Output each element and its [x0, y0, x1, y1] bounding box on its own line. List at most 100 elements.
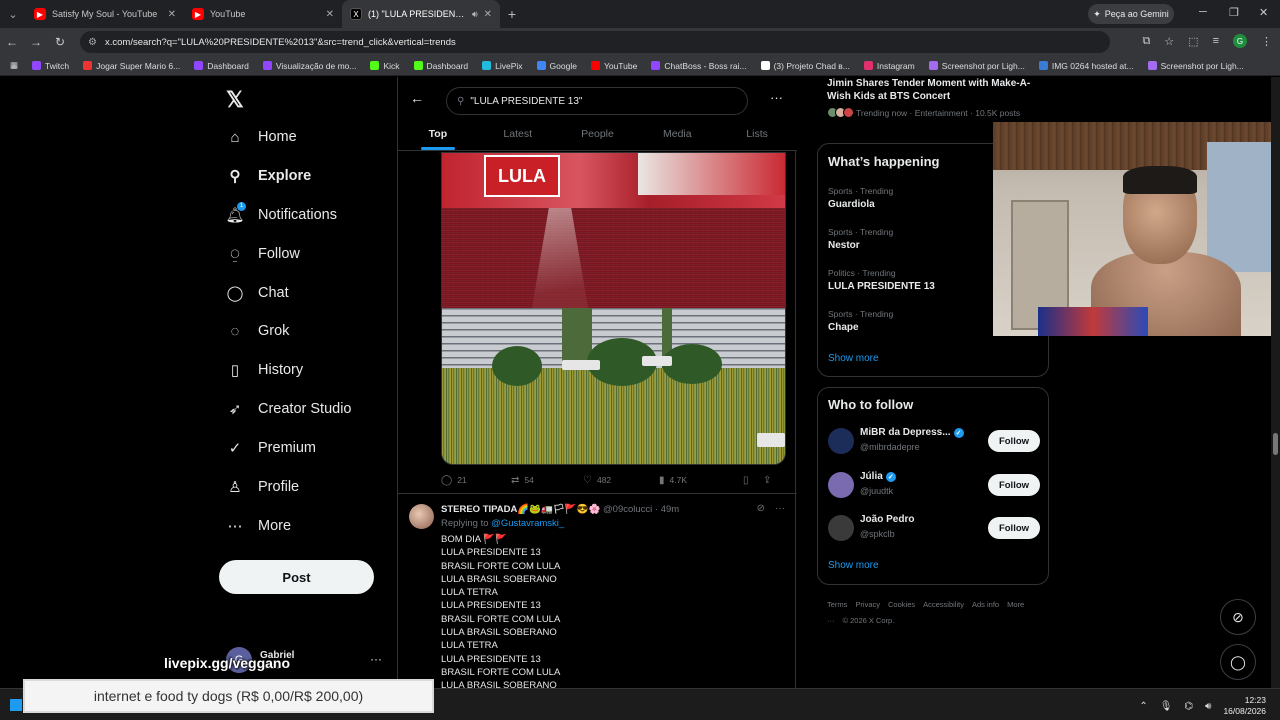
- bookmark-item[interactable]: (3) Projeto Chad в...: [755, 61, 856, 71]
- clock[interactable]: 12:23 16/08/2026: [1223, 695, 1266, 717]
- tweet-image[interactable]: LULA: [441, 152, 786, 465]
- bookmark-item[interactable]: Instagram: [858, 61, 921, 71]
- menu-icon[interactable]: ⋮: [1261, 35, 1272, 48]
- bookmark-item[interactable]: Visualização de mo...: [257, 61, 363, 71]
- x-logo-icon[interactable]: 𝕏: [226, 87, 244, 113]
- post-button[interactable]: Post: [219, 560, 374, 594]
- follow-suggestion[interactable]: MiBR da Depress... ✓ @mibrdadepre Follow: [828, 426, 1040, 458]
- back-icon[interactable]: ←: [0, 35, 24, 49]
- more-icon[interactable]: ···: [775, 503, 785, 514]
- footer-link[interactable]: Accessibility: [923, 600, 964, 609]
- close-icon[interactable]: ✕: [484, 9, 492, 20]
- bookmark-item[interactable]: Jogar Super Mario 6...: [77, 61, 186, 71]
- nav-item-notifications[interactable]: 🔔︎ 1 Notifications: [225, 202, 337, 224]
- nav-item-creator-studio[interactable]: ➶ Creator Studio: [226, 400, 352, 418]
- profile-avatar[interactable]: G: [1233, 34, 1247, 48]
- apps-icon[interactable]: ▦: [4, 60, 24, 71]
- avatar[interactable]: [828, 428, 854, 454]
- bookmark-item[interactable]: Twitch: [26, 61, 75, 71]
- back-arrow-icon[interactable]: ←: [410, 90, 424, 106]
- reply-button[interactable]: ◯ 21: [441, 475, 511, 486]
- trend-item[interactable]: Politics · Trending LULA PRESIDENTE 13: [828, 268, 935, 292]
- repost-button[interactable]: ⇄ 54: [511, 475, 583, 486]
- install-icon[interactable]: ⧉: [1142, 35, 1150, 48]
- follow-suggestion[interactable]: Júlia ✓ @juudtk Follow: [828, 470, 1040, 502]
- tab-people[interactable]: People: [558, 121, 638, 150]
- bookmark-item[interactable]: Dashboard: [408, 61, 475, 71]
- nav-item-chat[interactable]: ◯ Chat: [226, 284, 289, 302]
- messages-fab-icon[interactable]: ◯: [1220, 644, 1256, 680]
- grok-fab-icon[interactable]: ⊘: [1220, 599, 1256, 635]
- bookmark-button[interactable]: ▯: [743, 475, 763, 486]
- network-icon[interactable]: ⌬: [1184, 701, 1193, 712]
- site-info-icon[interactable]: ⚙: [88, 37, 97, 48]
- show-more-link[interactable]: Show more: [828, 353, 879, 364]
- windows-start-icon[interactable]: [10, 699, 22, 711]
- footer-link[interactable]: © 2026 X Corp.: [843, 616, 895, 625]
- follow-button[interactable]: Follow: [988, 430, 1040, 452]
- bookmark-item[interactable]: IMG 0264 hosted at...: [1033, 61, 1140, 71]
- footer-link[interactable]: Ads info: [972, 600, 999, 609]
- author-name[interactable]: STEREO TIPADA🌈🐸🚛🏳🚩😎🌸: [441, 504, 600, 515]
- bookmark-item[interactable]: Google: [531, 61, 583, 71]
- address-bar[interactable]: ⚙ x.com/search?q="LULA%20PRESIDENTE%2013…: [80, 31, 1110, 53]
- bookmark-item[interactable]: Dashboard: [188, 61, 255, 71]
- bookmark-item[interactable]: Screenshot por Ligh...: [1142, 61, 1250, 71]
- browser-tab-1[interactable]: ▶ Satisfy My Soul - YouTube ✕: [26, 0, 184, 28]
- browser-tab-2[interactable]: ▶ YouTube ✕: [184, 0, 342, 28]
- tab-search-icon[interactable]: ⌄: [0, 0, 26, 28]
- microphone-icon[interactable]: 🎙︎: [1160, 701, 1173, 712]
- chevron-up-icon[interactable]: ⌃: [1139, 701, 1147, 712]
- forward-icon[interactable]: →: [24, 35, 48, 49]
- bookmark-item[interactable]: ChatBoss - Boss rai...: [645, 61, 752, 71]
- extensions-icon[interactable]: ⬚: [1188, 35, 1198, 48]
- footer-link[interactable]: Cookies: [888, 600, 915, 609]
- volume-icon[interactable]: 🔊︎: [1205, 701, 1211, 712]
- trend-item[interactable]: Sports · Trending Chape: [828, 309, 893, 333]
- avatar[interactable]: [828, 515, 854, 541]
- footer-link[interactable]: Privacy: [855, 600, 880, 609]
- trend-item[interactable]: Sports · Trending Guardiola: [828, 186, 893, 210]
- tab-media[interactable]: Media: [637, 121, 717, 150]
- grok-icon[interactable]: ⊘: [757, 503, 765, 514]
- bookmark-item[interactable]: YouTube: [585, 61, 643, 71]
- follow-button[interactable]: Follow: [988, 474, 1040, 496]
- nav-item-follow[interactable]: ⍜ Follow: [226, 245, 299, 263]
- close-icon[interactable]: ✕: [168, 9, 176, 20]
- bookmark-star-icon[interactable]: ☆: [1164, 35, 1174, 48]
- gemini-button[interactable]: ✦ Peça ao Gemini: [1088, 4, 1174, 24]
- window-close-icon[interactable]: ✕: [1259, 6, 1268, 19]
- nav-item-premium[interactable]: ✓ Premium: [226, 439, 316, 457]
- views-button[interactable]: ▮ 4.7K: [659, 475, 743, 486]
- more-icon[interactable]: ···: [370, 652, 382, 666]
- scroll-thumb[interactable]: [1273, 433, 1278, 455]
- nav-item-home[interactable]: ⌂ Home: [226, 128, 296, 146]
- nav-item-more[interactable]: ⋯ More: [226, 517, 292, 535]
- bookmark-item[interactable]: Screenshot por Ligh...: [923, 61, 1031, 71]
- like-button[interactable]: ♡ 482: [583, 475, 659, 486]
- nav-item-grok[interactable]: ◌ Grok: [226, 322, 290, 340]
- show-more-link[interactable]: Show more: [828, 560, 879, 571]
- nav-item-explore[interactable]: ⚲ Explore: [226, 167, 312, 185]
- trend-item[interactable]: Sports · Trending Nestor: [828, 227, 893, 251]
- tab-lists[interactable]: Lists: [717, 121, 797, 150]
- avatar[interactable]: [409, 504, 434, 529]
- tweet-time[interactable]: · 49m: [655, 504, 679, 515]
- avatar[interactable]: [828, 472, 854, 498]
- page-scrollbar[interactable]: [1271, 77, 1280, 688]
- more-options-icon[interactable]: ···: [770, 90, 783, 105]
- new-tab-button[interactable]: +: [500, 6, 524, 22]
- footer-link[interactable]: Terms: [827, 600, 847, 609]
- speaker-icon[interactable]: 🔊︎: [472, 9, 478, 20]
- nav-item-history[interactable]: ▯ History: [226, 361, 303, 379]
- search-input[interactable]: ⚲ "LULA PRESIDENTE 13": [446, 87, 748, 115]
- nav-item-profile[interactable]: ♙ Profile: [226, 478, 299, 496]
- bookmark-item[interactable]: Kick: [364, 61, 405, 71]
- follow-button[interactable]: Follow: [988, 517, 1040, 539]
- tab-top[interactable]: Top: [398, 121, 478, 150]
- share-button[interactable]: ⇪: [763, 475, 779, 486]
- minimize-icon[interactable]: ─: [1199, 6, 1207, 18]
- browser-tab-3[interactable]: X (1) "LULA PRESIDENTE 13" 🔊︎ ✕: [342, 0, 500, 28]
- restore-icon[interactable]: ❐: [1229, 6, 1239, 19]
- reload-icon[interactable]: ↻: [48, 35, 72, 49]
